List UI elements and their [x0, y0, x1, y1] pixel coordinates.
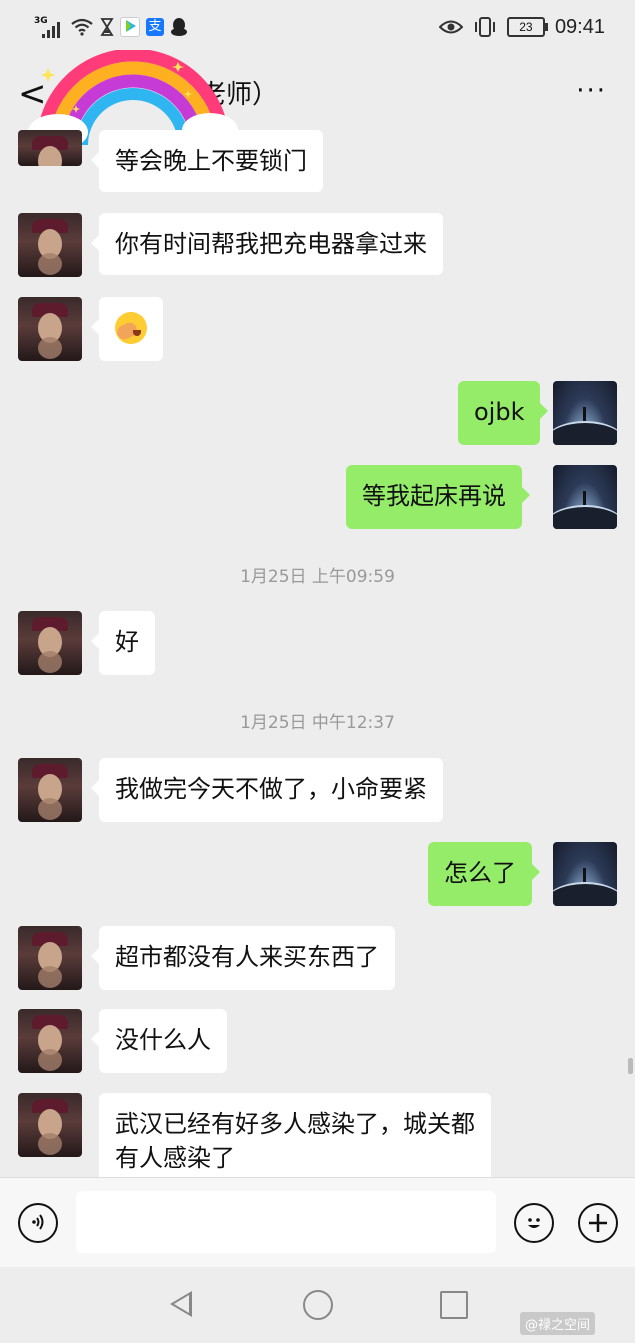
outgoing-message-bubble[interactable]: 怎么了: [428, 842, 540, 906]
message-text-line: 有人感染了: [115, 1144, 235, 1172]
message-text: 怎么了: [444, 859, 516, 887]
vibrate-icon: [474, 17, 495, 37]
battery-indicator: 23: [506, 17, 548, 37]
self-avatar[interactable]: [553, 842, 617, 906]
status-right-group: 23 09:41: [438, 12, 605, 42]
self-avatar[interactable]: [553, 465, 617, 529]
message-text: 等我起床再说: [362, 482, 506, 510]
incoming-message-bubble[interactable]: 没什么人: [91, 1009, 227, 1073]
message-text: 等会晚上不要锁门: [115, 147, 307, 175]
message-text: 我做完今天不做了，小命要紧: [115, 775, 427, 803]
contact-avatar[interactable]: [18, 926, 82, 990]
more-options-button[interactable]: ···: [576, 76, 607, 106]
message-timestamp: 1月25日 上午09:59: [240, 567, 395, 587]
message-text: 没什么人: [115, 1026, 211, 1054]
outgoing-message-bubble[interactable]: ojbk: [458, 381, 550, 445]
cellular-signal-icon: 3G: [34, 16, 64, 38]
incoming-message-bubble[interactable]: 等会晚上不要锁门: [91, 130, 323, 192]
qq-icon: [171, 18, 187, 36]
eye-comfort-icon: [438, 20, 463, 34]
contact-avatar[interactable]: [18, 1009, 82, 1073]
smiley-icon: [528, 1218, 540, 1228]
nav-home-icon[interactable]: [303, 1290, 333, 1320]
message-input[interactable]: [76, 1191, 496, 1253]
self-avatar[interactable]: [553, 381, 617, 445]
message-text: 你有时间帮我把充电器拿过来: [115, 230, 427, 258]
emoji-button[interactable]: [514, 1203, 554, 1243]
scrollbar-thumb[interactable]: [628, 1058, 633, 1074]
status-time: 09:41: [554, 15, 605, 38]
incoming-message-bubble[interactable]: 你有时间帮我把充电器拿过来: [91, 213, 443, 275]
nav-recent-apps-icon[interactable]: [440, 1291, 468, 1319]
voice-input-button[interactable]: [18, 1203, 58, 1243]
nav-back-icon[interactable]: [170, 1291, 192, 1317]
contact-avatar[interactable]: [18, 611, 82, 675]
plus-icon: [589, 1214, 607, 1232]
alipay-icon: 支: [146, 18, 164, 36]
incoming-message-bubble[interactable]: [91, 297, 163, 361]
message-text: ojbk: [474, 398, 525, 426]
input-bar: [0, 1177, 635, 1268]
more-functions-button[interactable]: [578, 1203, 618, 1243]
voice-icon: [32, 1214, 44, 1230]
message-text-line: 武汉已经有好多人感染了，城关都: [115, 1110, 475, 1138]
incoming-message-bubble[interactable]: 我做完今天不做了，小命要紧: [91, 758, 443, 822]
contact-avatar[interactable]: [18, 1093, 82, 1157]
message-timestamp: 1月25日 中午12:37: [240, 713, 395, 733]
battery-level: 23: [519, 20, 533, 34]
incoming-message-bubble[interactable]: 武汉已经有好多人感染了，城关都 有人感染了: [99, 1093, 491, 1177]
video-app-icon: [120, 17, 140, 37]
status-left-group: 3G 支: [34, 14, 188, 40]
status-bar: 3G 支 23 09:41: [0, 0, 635, 56]
contact-avatar[interactable]: [18, 297, 82, 361]
contact-avatar[interactable]: [18, 213, 82, 277]
message-text: 好: [115, 628, 139, 656]
wifi-icon: [71, 18, 93, 36]
contact-avatar[interactable]: [18, 758, 82, 822]
outgoing-message-bubble[interactable]: 等我起床再说: [346, 465, 530, 529]
contact-avatar[interactable]: [18, 130, 82, 166]
facepalm-emoji-icon: [115, 312, 147, 344]
incoming-message-bubble[interactable]: 超市都没有人来买东西了: [91, 926, 395, 990]
hourglass-icon: [100, 18, 114, 36]
incoming-message-bubble[interactable]: 好: [91, 611, 155, 675]
message-text: 超市都没有人来买东西了: [115, 943, 379, 971]
watermark: @禄之空间: [520, 1312, 596, 1335]
